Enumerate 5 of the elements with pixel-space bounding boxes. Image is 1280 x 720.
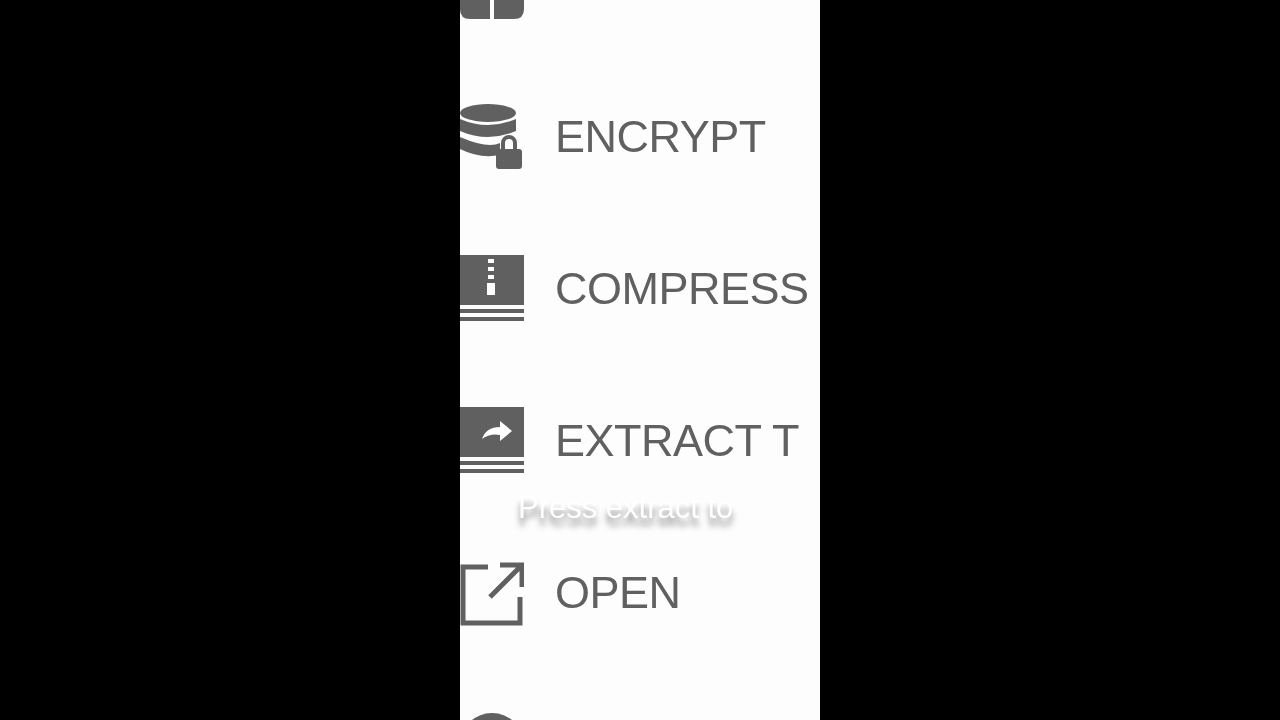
database-lock-icon xyxy=(460,103,524,171)
menu-item[interactable]: EXTRACT T xyxy=(555,415,799,467)
menu-item[interactable]: ENCRYPT xyxy=(555,111,766,163)
menu-item[interactable]: COMPRESS xyxy=(555,263,809,315)
menu-item[interactable]: OPEN xyxy=(555,567,681,619)
